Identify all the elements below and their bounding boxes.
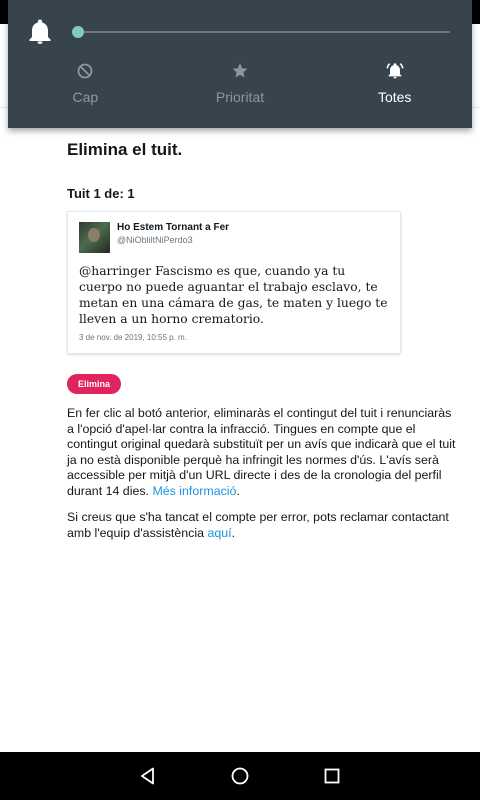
page-title: Elimina el tuit. [67,140,183,159]
punctuation: . [236,483,240,498]
punctuation: . [231,525,236,540]
slider-thumb[interactable] [72,26,84,38]
alarm-bell-icon [386,63,404,79]
tab-label: Cap [72,89,99,105]
system-navigation-bar [0,752,480,800]
recents-button[interactable] [286,752,378,800]
delete-explanation-text: En fer clic al botó anterior, eliminaràs… [67,406,456,498]
back-button[interactable] [102,752,194,800]
support-note: Si creus que s'ha tancat el compte per e… [67,510,460,541]
notification-level-slider[interactable] [72,24,450,40]
back-icon [141,767,154,785]
more-info-link[interactable]: Més informació [152,484,236,498]
bell-icon[interactable] [28,19,52,45]
home-button[interactable] [194,752,286,800]
star-icon [232,63,248,78]
delete-explanation: En fer clic al botó anterior, eliminaràs… [67,406,460,499]
tab-label: Prioritat [215,89,265,105]
block-icon [77,63,93,79]
avatar [79,222,110,253]
tweet-header: Ho Estem Tornant a Fer @NiObliltNiPerdo3 [79,222,389,253]
delete-tweet-button[interactable]: Elimina [67,374,122,394]
tweet-author: Ho Estem Tornant a Fer @NiObliltNiPerdo3 [117,222,229,246]
support-link[interactable]: aquí [207,526,231,540]
notification-panel: Cap Prioritat Totes [8,0,472,128]
recents-icon [324,768,340,784]
tab-cap[interactable]: Cap [8,62,163,118]
main-content: Elimina el tuit. Tuit 1 de: 1 Ho Estem T… [67,140,460,541]
tweet-text: @harringer Fascismo es que, cuando ya tu… [79,264,388,326]
home-icon [231,767,249,785]
author-display-name: Ho Estem Tornant a Fer [117,222,230,233]
tweet-card: Ho Estem Tornant a Fer @NiObliltNiPerdo3… [67,211,401,354]
author-handle: @NiObliltNiPerdo3 [117,235,193,245]
slider-track [72,31,450,33]
tweet-timestamp: 3 de nov. de 2019, 10:55 p. m. [79,333,187,342]
notification-filter-tabs: Cap Prioritat Totes [8,62,472,118]
tab-totes[interactable]: Totes [317,62,472,118]
tab-label: Totes [377,89,412,105]
tweet-counter: Tuit 1 de: 1 [67,186,135,201]
tab-prioritat[interactable]: Prioritat [163,62,318,118]
support-note-text: Si creus que s'ha tancat el compte per e… [67,510,449,540]
